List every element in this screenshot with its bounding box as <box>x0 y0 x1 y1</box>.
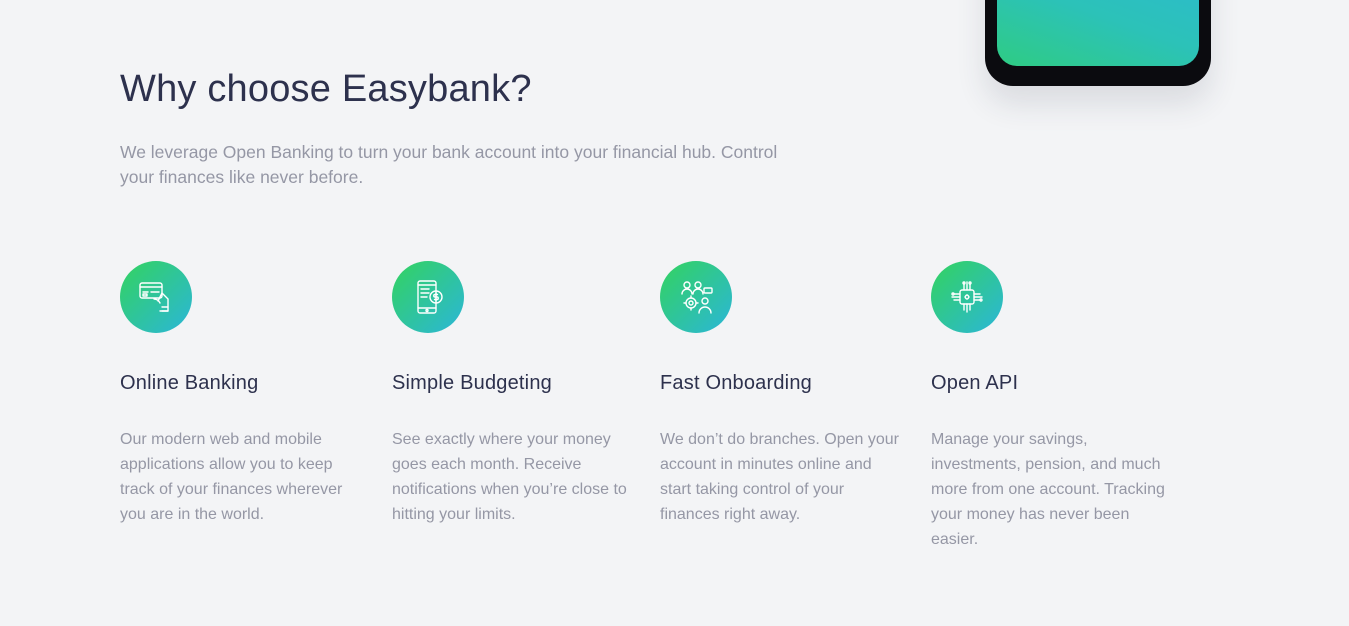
api-icon <box>931 261 1003 333</box>
feature-description: See exactly where your money goes each m… <box>392 431 627 523</box>
section-intro: We leverage Open Banking to turn your ba… <box>120 142 778 187</box>
feature-fast-onboarding: Fast Onboarding We don’t do branches. Op… <box>660 261 900 527</box>
feature-title: Simple Budgeting <box>392 372 552 394</box>
phone-mockup-image <box>985 0 1211 86</box>
feature-online-banking: Online Banking Our modern web and mobile… <box>120 261 360 527</box>
feature-description: Our modern web and mobile applications a… <box>120 431 343 523</box>
onboarding-icon <box>660 261 732 333</box>
budgeting-icon <box>392 261 464 333</box>
feature-open-api: Open API Manage your savings, investment… <box>931 261 1171 552</box>
feature-description: We don’t do branches. Open your account … <box>660 431 899 523</box>
feature-title: Fast Onboarding <box>660 372 812 394</box>
why-choose-section: Why choose Easybank? We leverage Open Ba… <box>0 0 1349 626</box>
feature-simple-budgeting: Simple Budgeting See exactly where your … <box>392 261 632 527</box>
feature-title: Online Banking <box>120 372 259 394</box>
section-title: Why choose Easybank? <box>120 68 532 110</box>
feature-title: Open API <box>931 372 1019 394</box>
online-banking-icon <box>120 261 192 333</box>
feature-description: Manage your savings, investments, pensio… <box>931 431 1165 548</box>
phone-screen <box>997 0 1199 66</box>
